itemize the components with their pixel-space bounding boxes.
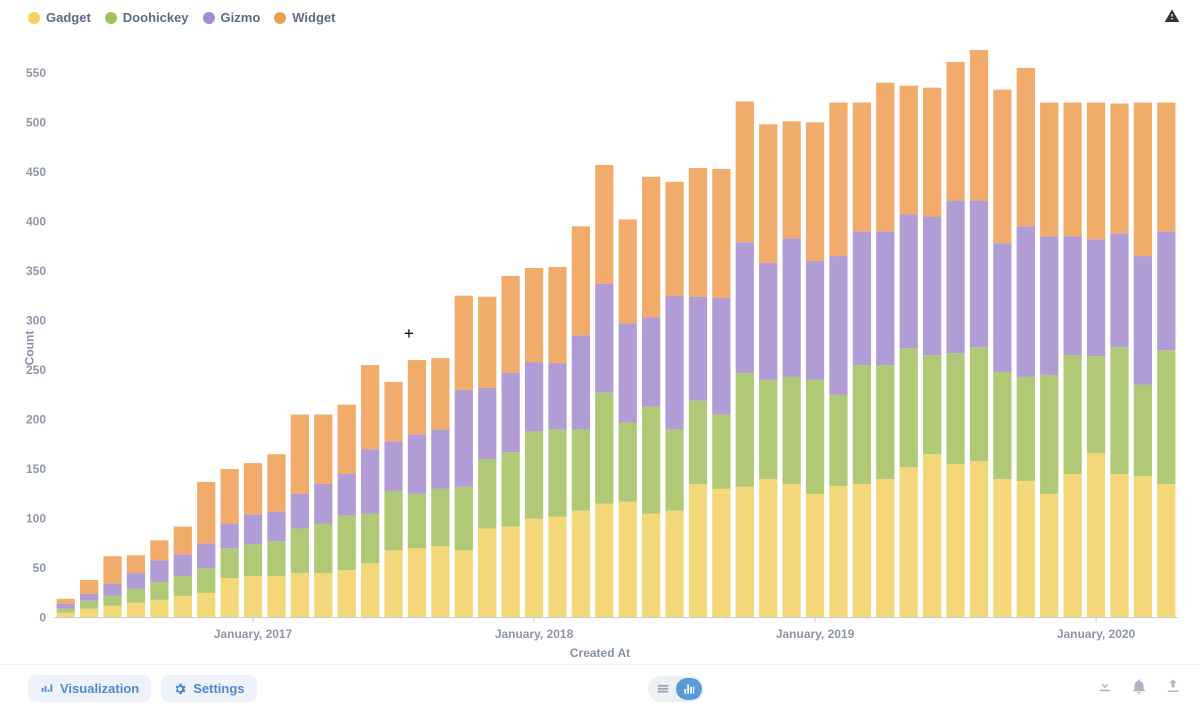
legend-item[interactable]: Widget xyxy=(274,10,335,25)
legend-label: Gadget xyxy=(46,10,91,25)
svg-text:January, 2017: January, 2017 xyxy=(214,627,293,641)
legend-item[interactable]: Gizmo xyxy=(203,10,261,25)
svg-text:January, 2019: January, 2019 xyxy=(776,627,855,641)
legend-swatch xyxy=(28,12,40,24)
warning-icon[interactable] xyxy=(1164,8,1180,27)
svg-text:400: 400 xyxy=(26,214,46,228)
chart-view-button[interactable] xyxy=(676,678,702,700)
settings-button-label: Settings xyxy=(193,681,244,696)
svg-text:550: 550 xyxy=(26,66,46,80)
chart-area[interactable]: Count 050100150200250300350400450500550J… xyxy=(0,27,1200,664)
view-toggle[interactable] xyxy=(648,676,704,702)
svg-text:150: 150 xyxy=(26,462,46,476)
download-icon[interactable] xyxy=(1096,677,1114,700)
x-axis-label: Created At xyxy=(16,646,1184,660)
legend-label: Widget xyxy=(292,10,335,25)
stacked-bar-chart: 050100150200250300350400450500550January… xyxy=(16,31,1184,664)
svg-text:200: 200 xyxy=(26,413,46,427)
legend-label: Gizmo xyxy=(221,10,261,25)
svg-text:50: 50 xyxy=(33,561,47,575)
visualization-button-label: Visualization xyxy=(60,681,139,696)
svg-text:0: 0 xyxy=(39,611,46,625)
share-icon[interactable] xyxy=(1164,677,1182,700)
svg-text:January, 2020: January, 2020 xyxy=(1057,627,1136,641)
visualization-button[interactable]: Visualization xyxy=(28,675,151,702)
footer-toolbar: Visualization Settings xyxy=(0,664,1200,712)
svg-text:100: 100 xyxy=(26,512,46,526)
legend-item[interactable]: Doohickey xyxy=(105,10,189,25)
svg-text:350: 350 xyxy=(26,264,46,278)
legend-item[interactable]: Gadget xyxy=(28,10,91,25)
svg-text:January, 2018: January, 2018 xyxy=(495,627,574,641)
svg-text:300: 300 xyxy=(26,313,46,327)
svg-text:500: 500 xyxy=(26,115,46,129)
chart-legend: Gadget Doohickey Gizmo Widget xyxy=(0,0,1200,27)
svg-text:450: 450 xyxy=(26,165,46,179)
table-view-button[interactable] xyxy=(650,678,676,700)
settings-button[interactable]: Settings xyxy=(161,675,256,702)
legend-swatch xyxy=(274,12,286,24)
legend-label: Doohickey xyxy=(123,10,189,25)
legend-swatch xyxy=(203,12,215,24)
bell-icon[interactable] xyxy=(1130,677,1148,700)
y-axis-label: Count xyxy=(22,330,36,365)
legend-swatch xyxy=(105,12,117,24)
